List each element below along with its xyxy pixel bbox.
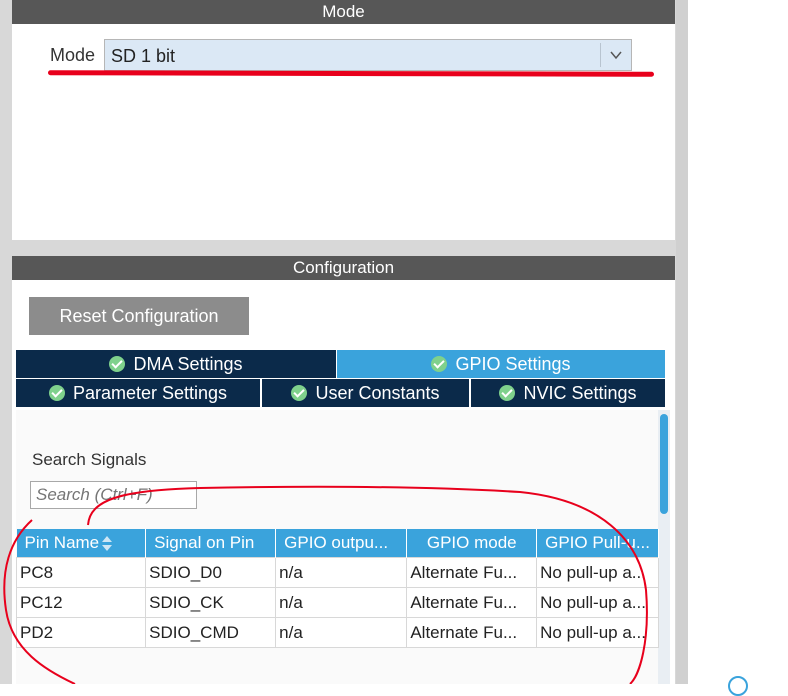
column-label: GPIO mode [426, 533, 517, 552]
column-header-pin-name[interactable]: Pin Name [16, 529, 147, 558]
tab-label: NVIC Settings [523, 383, 637, 403]
loading-circle-icon [728, 676, 748, 696]
column-label: GPIO outpu... [284, 533, 389, 552]
cell-gpio-output: n/a [275, 587, 408, 618]
cell-gpio-mode: Alternate Fu... [406, 617, 538, 648]
tab-label: User Constants [315, 383, 440, 403]
column-header-gpio-pull[interactable]: GPIO Pull-u... [536, 529, 659, 558]
column-header-gpio-output[interactable]: GPIO outpu... [275, 529, 408, 558]
cell-pin-name: PC12 [15, 587, 147, 618]
tab-parameter-settings[interactable]: Parameter Settings [16, 379, 260, 407]
check-circle-icon [431, 356, 448, 372]
check-circle-icon [291, 385, 308, 401]
tab-dma-settings[interactable]: DMA Settings [16, 350, 336, 378]
tab-label: GPIO Settings [455, 354, 571, 374]
column-header-gpio-mode[interactable]: GPIO mode [406, 529, 538, 558]
mode-label: Mode [50, 45, 96, 65]
check-circle-icon [109, 356, 126, 372]
cell-gpio-mode: Alternate Fu... [406, 557, 538, 588]
tab-label: DMA Settings [133, 354, 243, 374]
cell-pin-name: PC8 [15, 557, 147, 588]
column-label: Pin Name [24, 533, 100, 552]
gpio-signals-table: Pin Name Signal on Pin GPIO outpu... GPI… [15, 529, 659, 648]
search-signals-label: Search Signals [32, 450, 147, 469]
cell-gpio-pull: No pull-up a... [536, 587, 659, 618]
content-scrollbar-thumb[interactable] [660, 414, 668, 514]
mode-section-body: Mode SD 1 bit [12, 24, 675, 240]
table-row[interactable]: PC8 SDIO_D0 n/a Alternate Fu... No pull-… [15, 557, 659, 588]
column-label: GPIO Pull-u... [545, 533, 650, 552]
reset-configuration-button[interactable]: Reset Configuration [29, 297, 249, 335]
cell-signal: SDIO_CK [145, 587, 277, 618]
cell-pin-name: PD2 [15, 617, 147, 648]
cell-signal: SDIO_D0 [145, 557, 277, 588]
cell-signal: SDIO_CMD [145, 617, 277, 648]
ip-config-panel: Mode Mode SD 1 bit Configuration Reset C… [0, 0, 688, 684]
tab-label: Parameter Settings [72, 383, 228, 403]
column-header-signal-on-pin[interactable]: Signal on Pin [145, 529, 277, 558]
cell-gpio-output: n/a [275, 617, 408, 648]
chevron-down-icon[interactable] [609, 48, 623, 62]
mode-section-header: Mode [12, 0, 675, 24]
search-signals-input[interactable] [30, 481, 197, 509]
check-circle-icon [48, 385, 65, 401]
panel-scrollbar[interactable] [676, 0, 688, 684]
table-row[interactable]: PD2 SDIO_CMD n/a Alternate Fu... No pull… [15, 617, 659, 648]
mode-select[interactable]: SD 1 bit [104, 39, 632, 71]
tab-gpio-settings[interactable]: GPIO Settings [337, 350, 665, 378]
tab-user-constants[interactable]: User Constants [262, 379, 469, 407]
table-header-row: Pin Name Signal on Pin GPIO outpu... GPI… [16, 529, 659, 558]
check-circle-icon [499, 385, 516, 401]
configuration-section-body: Reset Configuration DMA Settings GPIO Se… [12, 280, 675, 684]
tab-nvic-settings[interactable]: NVIC Settings [471, 379, 665, 407]
configuration-section-header: Configuration [12, 256, 675, 280]
cell-gpio-pull: No pull-up a... [536, 557, 659, 588]
column-label: Signal on Pin [154, 533, 255, 552]
table-row[interactable]: PC12 SDIO_CK n/a Alternate Fu... No pull… [15, 587, 659, 618]
mode-select-value: SD 1 bit [111, 46, 176, 66]
cell-gpio-pull: No pull-up a... [536, 617, 659, 648]
select-divider [600, 43, 601, 67]
cell-gpio-output: n/a [275, 557, 408, 588]
cell-gpio-mode: Alternate Fu... [406, 587, 538, 618]
